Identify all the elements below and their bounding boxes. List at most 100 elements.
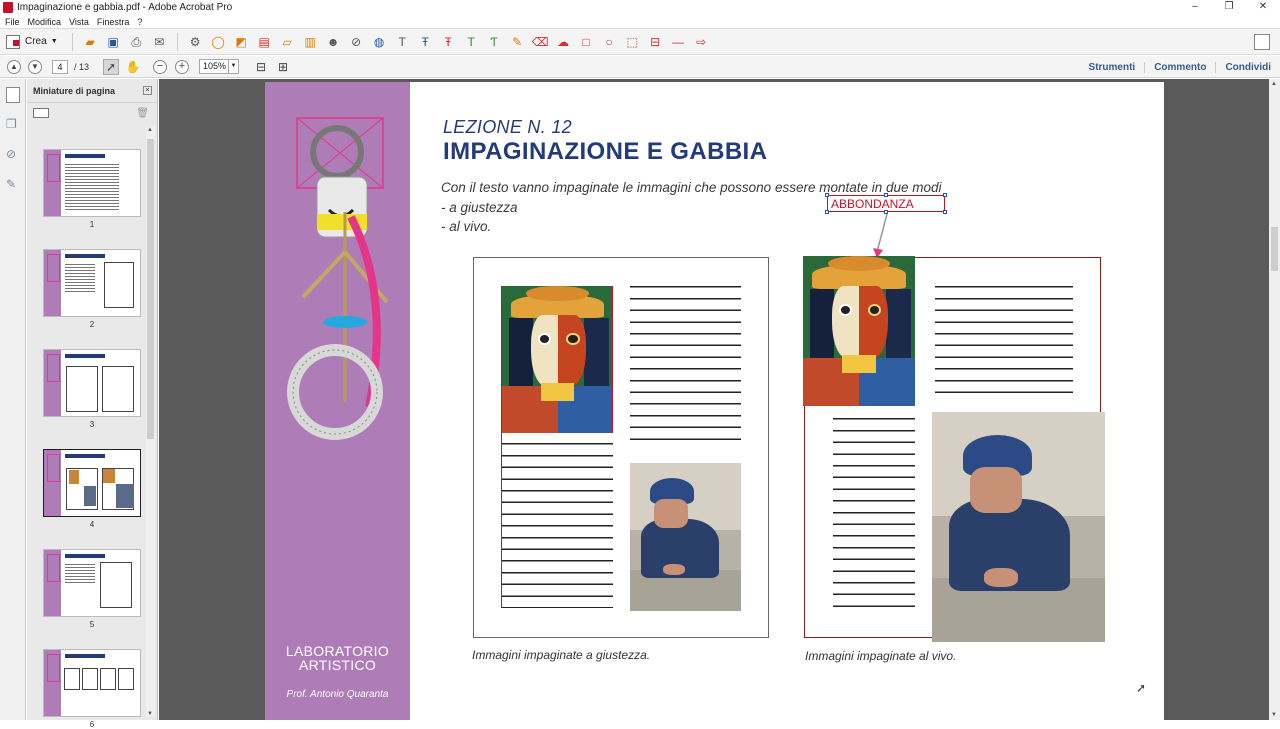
- menu-window[interactable]: Finestra: [97, 17, 130, 27]
- thumbnail-page-1[interactable]: 1: [43, 149, 141, 229]
- pdf-page: LABORATORIO ARTISTICO Prof. Antonio Quar…: [265, 82, 1164, 720]
- callout-icon[interactable]: ⊟: [647, 34, 663, 50]
- polygon-icon[interactable]: ⬚: [624, 34, 640, 50]
- page-title: IMPAGINAZIONE E GABBIA: [443, 138, 768, 165]
- menu-view[interactable]: Vista: [69, 17, 89, 27]
- hand-tool-icon[interactable]: ✋: [125, 59, 141, 75]
- chevron-down-icon: ▼: [50, 38, 58, 45]
- logo-graphic: [287, 117, 389, 440]
- lesson-number: LEZIONE N. 12: [443, 117, 572, 137]
- toolbar-separator: [176, 32, 178, 51]
- insert-text-icon[interactable]: Ŧ: [417, 34, 433, 50]
- previous-page-icon[interactable]: ▲: [7, 59, 21, 74]
- document-scrollbar[interactable]: ▲ ▼: [1269, 79, 1280, 720]
- thumbnail-page-6[interactable]: 6: [43, 649, 141, 729]
- caption-bleed: Immagini impaginate al vivo.: [805, 649, 957, 663]
- thumbnail-number: 4: [89, 520, 95, 529]
- lab-author: Prof. Antonio Quaranta: [286, 689, 389, 700]
- open-folder-icon[interactable]: ▰: [82, 34, 98, 50]
- thumbnails-tools: 🗑: [27, 103, 157, 123]
- record-audio-icon[interactable]: ◍: [371, 34, 387, 50]
- highlight-text-icon[interactable]: ▥: [302, 34, 318, 50]
- save-icon[interactable]: ▣: [105, 34, 121, 50]
- share-link[interactable]: Condividi: [1215, 61, 1280, 73]
- sculptor-photo-bleed: [932, 412, 1105, 642]
- text-column: [935, 276, 1073, 402]
- thumbnails-title: Miniature di pagina: [33, 85, 116, 96]
- next-page-icon[interactable]: ▼: [28, 59, 42, 74]
- fit-width-icon[interactable]: ⊞: [275, 59, 291, 75]
- main-toolbar: Crea ▼ ▰ ▣ ⎙ ✉ ⚙ ◯ ◩ ▤ ▱ ▥ ☻ ⊘ ◍ T Ŧ Ŧ T…: [0, 28, 1280, 55]
- text-column: [833, 408, 915, 610]
- close-panel-icon[interactable]: ×: [143, 86, 152, 95]
- text-column: [502, 433, 613, 608]
- thumbnail-image: [43, 249, 141, 317]
- annotation-label: ABBONDANZA: [831, 197, 914, 211]
- strikethrough-icon[interactable]: Ŧ: [440, 34, 456, 50]
- thumbnails-scrollbar[interactable]: ▲ ▼: [146, 127, 155, 717]
- zoom-level-input[interactable]: 105%: [199, 59, 230, 74]
- title-bar: Impaginazione e gabbia.pdf - Adobe Acrob…: [0, 0, 1280, 15]
- acrobat-icon: [3, 2, 13, 13]
- close-button[interactable]: ✕: [1246, 0, 1280, 15]
- navigation-toolbar: ▲ ▼ 4 / 13 ➚ ✋ − + 105% ▼ ⊟ ⊞ Strumenti …: [0, 56, 1280, 78]
- menu-help[interactable]: ?: [137, 17, 142, 27]
- document-viewer[interactable]: LABORATORIO ARTISTICO Prof. Antonio Quar…: [159, 79, 1269, 720]
- rectangle-icon[interactable]: □: [578, 34, 594, 50]
- thumbnails-header: Miniature di pagina ×: [27, 79, 157, 103]
- thumbnail-page-3[interactable]: 3: [43, 349, 141, 429]
- pencil-icon[interactable]: ✎: [509, 34, 525, 50]
- window-controls: – ❐ ✕: [1178, 0, 1280, 15]
- menu-edit[interactable]: Modifica: [28, 17, 62, 27]
- thumbnail-number: 1: [89, 220, 95, 229]
- tools-link[interactable]: Strumenti: [1080, 62, 1145, 73]
- chevron-down-icon[interactable]: ▼: [229, 59, 240, 74]
- thumbnail-image: [43, 649, 141, 717]
- replace-text-icon[interactable]: Ƭ: [486, 34, 502, 50]
- menu-file[interactable]: File: [5, 17, 20, 27]
- print-icon[interactable]: ⎙: [128, 34, 144, 50]
- options-menu-icon[interactable]: [33, 108, 49, 118]
- stamp-icon[interactable]: ▤: [256, 34, 272, 50]
- thumbnail-page-2[interactable]: 2: [43, 249, 141, 329]
- fit-page-icon[interactable]: ⊟: [253, 59, 269, 75]
- cloud-icon[interactable]: ☁: [555, 34, 571, 50]
- attach-icon[interactable]: ⊘: [348, 34, 364, 50]
- zoom-out-icon[interactable]: −: [153, 59, 168, 74]
- menu-bar: File Modifica Vista Finestra ?: [0, 15, 1280, 28]
- restore-button[interactable]: ❐: [1212, 0, 1246, 15]
- email-icon[interactable]: ✉: [151, 34, 167, 50]
- toolbar-separator: [71, 32, 73, 51]
- minimize-button[interactable]: –: [1178, 0, 1212, 15]
- page-total: / 13: [74, 61, 90, 72]
- attach-file-icon[interactable]: ▱: [279, 34, 295, 50]
- zoom-in-icon[interactable]: +: [175, 59, 190, 74]
- user-dropdown-icon[interactable]: ☻: [325, 34, 341, 50]
- settings-gear-icon[interactable]: ⚙: [187, 34, 203, 50]
- thumbnail-page-5[interactable]: 5: [43, 549, 141, 629]
- eraser-icon[interactable]: ⌫: [532, 34, 549, 50]
- oval-icon[interactable]: ○: [601, 34, 617, 50]
- trash-icon[interactable]: 🗑: [136, 108, 149, 119]
- signature-icon[interactable]: ✎: [6, 177, 20, 193]
- attachments-icon[interactable]: ⊘: [6, 147, 20, 163]
- expand-icon[interactable]: [1254, 34, 1270, 50]
- comment-bubble-icon[interactable]: ◯: [210, 34, 226, 50]
- page-thumbnails-icon[interactable]: [6, 87, 20, 103]
- arrow-icon[interactable]: ⇨: [693, 34, 709, 50]
- create-button[interactable]: Crea ▼: [6, 34, 58, 49]
- text-tool-icon[interactable]: T: [394, 34, 410, 50]
- comment-link[interactable]: Commento: [1144, 61, 1215, 73]
- sticky-note-icon[interactable]: ◩: [233, 34, 249, 50]
- bookmark-icon[interactable]: ❐: [6, 117, 20, 133]
- select-cursor-icon[interactable]: ➚: [103, 58, 120, 75]
- underline-icon[interactable]: T: [463, 34, 479, 50]
- portrait-image-bleed: [803, 256, 915, 406]
- line-icon[interactable]: —: [670, 34, 686, 50]
- page-number-input[interactable]: 4: [52, 59, 68, 74]
- text-annotation[interactable]: ABBONDANZA: [825, 193, 947, 214]
- thumbnail-page-4[interactable]: 4: [43, 449, 141, 529]
- side-band: LABORATORIO ARTISTICO Prof. Antonio Quar…: [265, 82, 410, 720]
- thumbnail-image: [43, 149, 141, 217]
- bleed-layout-frame: [803, 256, 1105, 642]
